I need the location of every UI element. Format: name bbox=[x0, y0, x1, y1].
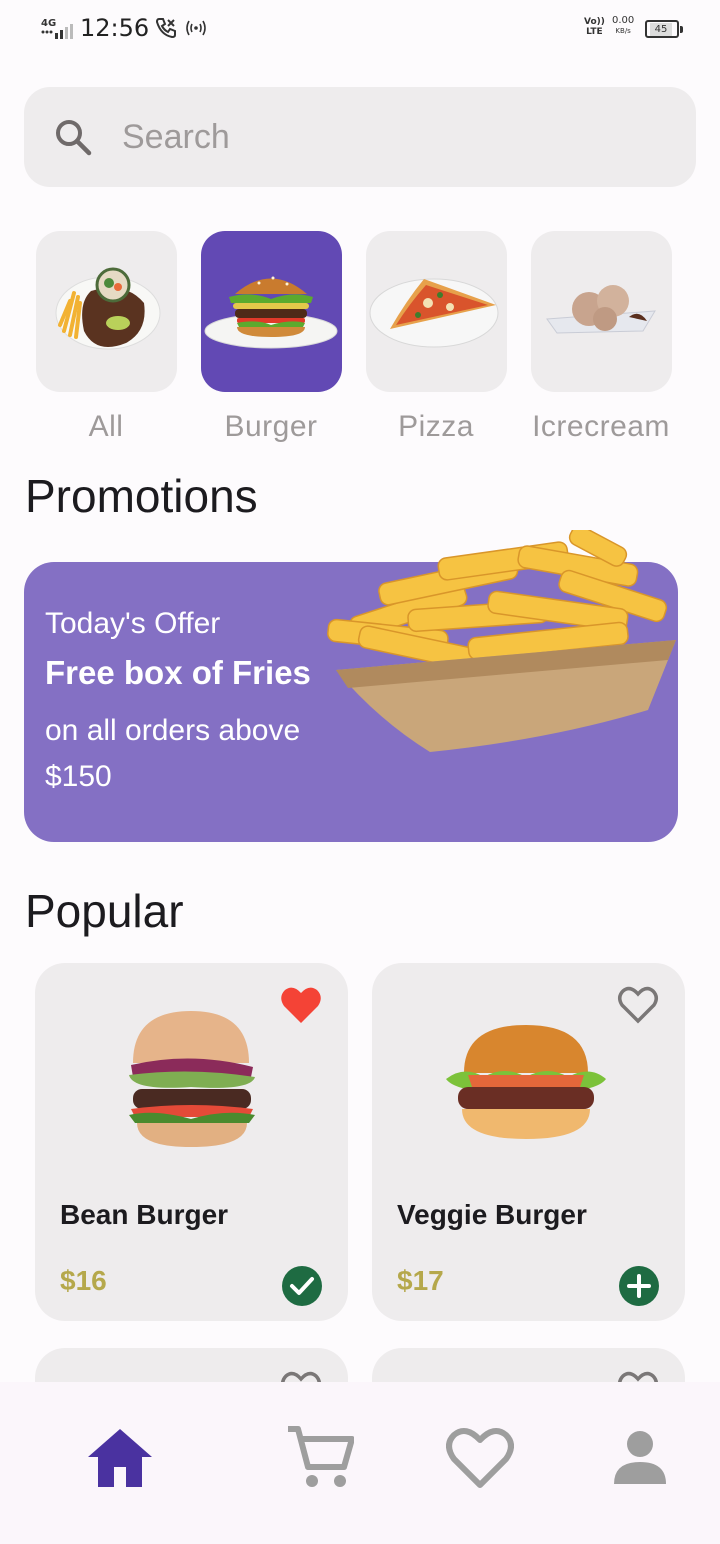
promo-headline: Free box of Fries bbox=[45, 654, 311, 691]
steak-plate-image bbox=[55, 267, 161, 350]
battery-level: 45 bbox=[650, 23, 672, 36]
heart-icon bbox=[446, 1428, 514, 1488]
network-speed: 0.00 KB/s bbox=[612, 15, 635, 35]
cart-icon bbox=[288, 1426, 354, 1487]
promo-condition: on all orders above $150 bbox=[45, 714, 301, 793]
battery-icon: 45 bbox=[645, 20, 683, 38]
pizza-slice-image bbox=[369, 278, 499, 348]
category-label-all: All bbox=[88, 410, 124, 443]
category-label-icecream: Icrecream bbox=[532, 410, 670, 443]
category-burger[interactable] bbox=[201, 231, 342, 392]
hotspot-icon bbox=[186, 20, 206, 36]
promotions-title: Promotions bbox=[25, 470, 258, 522]
category-label-pizza: Pizza bbox=[398, 410, 474, 443]
product-name: Veggie Burger bbox=[397, 1199, 587, 1230]
home-screen: 4G 12:56 Vo)) LTE 0.00 KB/s 45 Search Al… bbox=[0, 0, 720, 1544]
person-icon bbox=[614, 1431, 666, 1484]
product-card-veggie-burger[interactable]: Veggie Burger $17 bbox=[372, 963, 685, 1321]
bottom-navigation bbox=[0, 1382, 720, 1544]
popular-title: Popular bbox=[25, 885, 184, 937]
favorite-heart-outline-icon[interactable] bbox=[617, 985, 659, 1025]
burger-plate-image bbox=[204, 276, 338, 349]
network-type: 4G bbox=[41, 18, 56, 29]
search-icon bbox=[56, 120, 92, 156]
add-to-cart-plus-icon[interactable] bbox=[619, 1266, 659, 1306]
wifi-call-icon bbox=[155, 18, 176, 39]
category-icecream[interactable] bbox=[531, 231, 672, 392]
status-bar: 4G 12:56 Vo)) LTE 0.00 KB/s 45 bbox=[0, 0, 720, 58]
category-pizza[interactable] bbox=[366, 231, 507, 392]
category-all[interactable] bbox=[36, 231, 177, 392]
volte-indicator: Vo)) LTE bbox=[584, 17, 605, 37]
promo-offer-label: Today's Offer bbox=[45, 607, 221, 640]
product-card-bean-burger[interactable]: Bean Burger $16 bbox=[35, 963, 348, 1321]
veggie-burger-image bbox=[446, 1025, 606, 1139]
home-icon bbox=[88, 1429, 152, 1487]
added-check-icon[interactable] bbox=[282, 1266, 322, 1306]
nav-profile[interactable] bbox=[604, 1422, 676, 1494]
icecream-plate-image bbox=[546, 285, 656, 334]
category-label-burger: Burger bbox=[224, 410, 318, 443]
nav-cart[interactable] bbox=[284, 1422, 356, 1494]
signal-icon: 4G bbox=[41, 18, 73, 39]
nav-home[interactable] bbox=[84, 1422, 156, 1494]
fries-box-image bbox=[327, 530, 676, 752]
bean-burger-image bbox=[129, 1011, 255, 1147]
search-bar[interactable] bbox=[24, 87, 696, 187]
search-input[interactable] bbox=[122, 117, 642, 157]
nav-favorites[interactable] bbox=[444, 1422, 516, 1494]
favorite-heart-icon[interactable] bbox=[280, 985, 322, 1025]
clock: 12:56 bbox=[80, 14, 150, 42]
product-price: $16 bbox=[60, 1265, 107, 1296]
product-price: $17 bbox=[397, 1265, 444, 1296]
product-name: Bean Burger bbox=[60, 1199, 229, 1230]
